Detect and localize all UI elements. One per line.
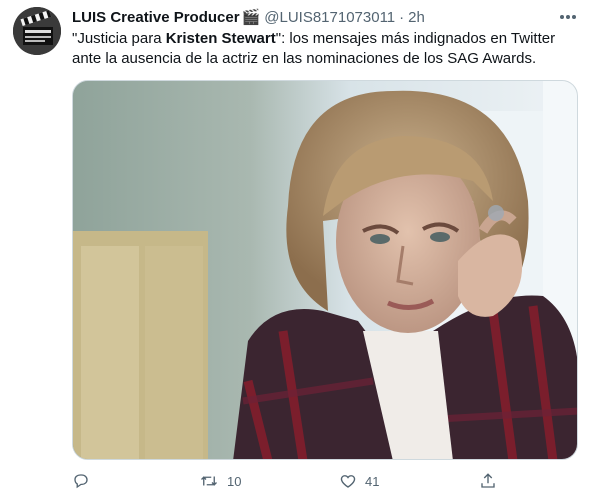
photo-illustration	[73, 81, 577, 459]
share-icon	[481, 473, 495, 488]
share-button[interactable]	[479, 472, 497, 490]
reply-icon	[74, 474, 88, 489]
tweet-time[interactable]: 2h	[408, 9, 425, 26]
separator-dot: ·	[399, 8, 405, 26]
retweet-button[interactable]: 10	[199, 472, 241, 490]
tweet-actions: 10 41	[72, 470, 512, 494]
reply-button[interactable]	[72, 472, 98, 490]
heart-icon	[340, 475, 356, 488]
like-button[interactable]: 41	[339, 472, 379, 490]
tweet-header: LUIS Creative Producer 🎬 @LUIS8171073011…	[72, 6, 425, 28]
clapperboard-emoji: 🎬	[241, 9, 261, 26]
tweet-media-photo[interactable]	[72, 80, 578, 460]
clapperboard-avatar-image	[13, 7, 61, 55]
tweet-text-part1: "Justicia para	[72, 30, 166, 47]
author-handle[interactable]: @LUIS8171073011	[264, 9, 395, 26]
tweet-card[interactable]: LUIS Creative Producer 🎬 @LUIS8171073011…	[0, 0, 593, 489]
author-name[interactable]: LUIS Creative Producer	[72, 9, 240, 26]
more-dots-icon	[560, 15, 576, 19]
more-options-button[interactable]	[557, 7, 579, 27]
tweet-text-bold: Kristen Stewart	[165, 30, 276, 47]
tweet-text: "Justicia para Kristen Stewart": los men…	[72, 29, 577, 69]
retweet-count: 10	[227, 473, 242, 489]
like-count: 41	[365, 473, 380, 489]
retweet-icon	[201, 476, 217, 486]
avatar[interactable]	[13, 7, 61, 55]
